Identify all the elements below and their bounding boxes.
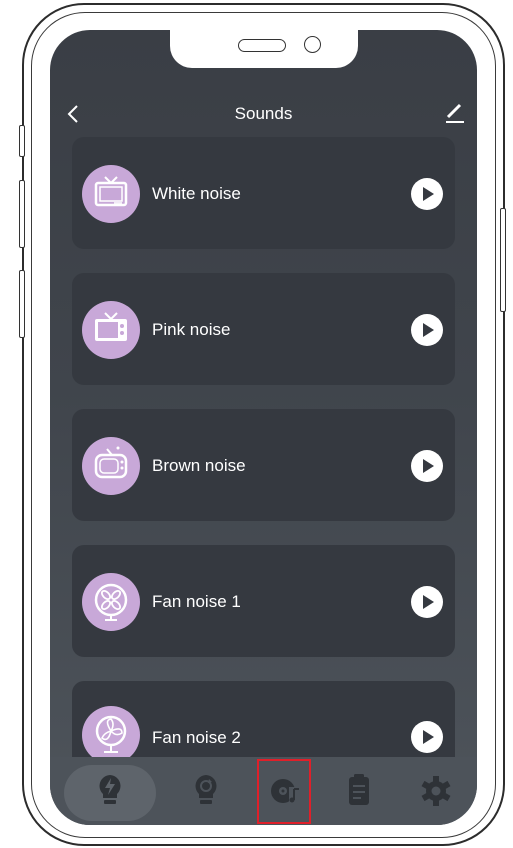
page-title: Sounds [234, 104, 293, 123]
play-button[interactable] [411, 721, 443, 753]
play-button[interactable] [411, 178, 443, 210]
fan-icon [82, 706, 140, 757]
edit-button[interactable] [444, 102, 466, 124]
tab-notes[interactable] [341, 763, 377, 819]
play-icon [411, 178, 443, 210]
sound-label: White noise [152, 184, 241, 203]
tv-icon [82, 437, 140, 495]
sound-label: Pink noise [152, 320, 231, 339]
sound-label: Fan noise 2 [152, 728, 241, 747]
sound-label: Brown noise [152, 456, 246, 475]
play-button[interactable] [411, 586, 443, 618]
bulb-cycle-icon [195, 775, 217, 804]
volume-down-button [19, 270, 25, 338]
notch [170, 30, 358, 68]
sound-label: Fan noise 1 [152, 592, 241, 611]
play-button[interactable] [411, 314, 443, 346]
fan-icon [82, 573, 140, 631]
tab-bulb[interactable] [92, 763, 128, 819]
tab-settings[interactable] [418, 763, 454, 819]
app-screen: Sounds White noise Pink noise Brown nois… [50, 30, 477, 825]
highlight-box [257, 759, 311, 824]
sound-card[interactable]: Fan noise 2 [72, 681, 455, 757]
sound-card[interactable]: Fan noise 1 [72, 545, 455, 657]
play-icon [411, 586, 443, 618]
volume-up-button [19, 180, 25, 248]
tv-icon [82, 165, 140, 223]
pencil-icon [446, 103, 464, 123]
play-button[interactable] [411, 450, 443, 482]
sound-card[interactable]: White noise [72, 137, 455, 249]
sound-card[interactable]: Brown noise [72, 409, 455, 521]
power-button [500, 208, 506, 312]
sound-list: White noise Pink noise Brown noise Fan n… [72, 137, 455, 757]
tab-bar [50, 757, 477, 825]
tv-icon [82, 301, 140, 359]
gear-icon [421, 776, 451, 806]
speaker-grille [238, 39, 286, 52]
mute-switch [19, 125, 25, 157]
front-camera [304, 36, 321, 53]
clipboard-icon [349, 774, 369, 805]
sound-card[interactable]: Pink noise [72, 273, 455, 385]
play-icon [411, 450, 443, 482]
bulb-bolt-icon [99, 775, 121, 804]
play-icon [411, 721, 443, 753]
play-icon [411, 314, 443, 346]
nav-header: Sounds [50, 96, 477, 132]
tab-bulb-cycle[interactable] [188, 763, 224, 819]
